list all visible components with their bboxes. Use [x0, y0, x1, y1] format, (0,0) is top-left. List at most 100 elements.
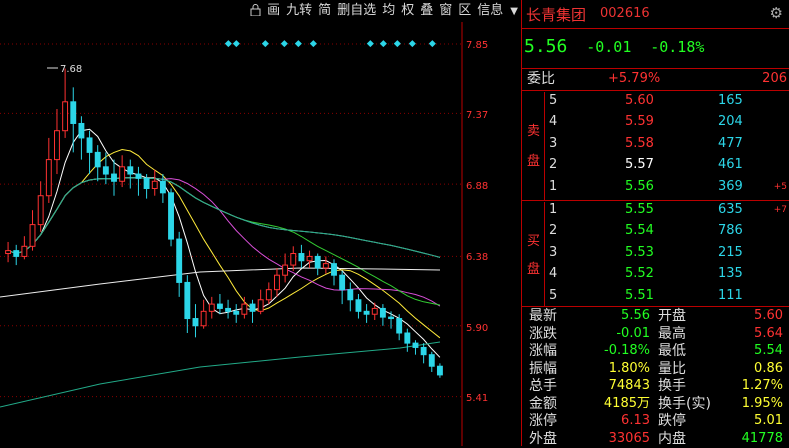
weibi-row: 委比 +5.79% 206 — [522, 69, 789, 89]
sell-row[interactable]: 4 5.59 204 — [522, 112, 789, 132]
toolbar-info[interactable]: 信息 — [474, 0, 506, 22]
buy-row[interactable]: 4 5.52 135 — [522, 264, 789, 284]
candle-body — [404, 332, 411, 344]
sell-row[interactable]: 1 5.56 369 +5 — [522, 177, 789, 197]
sell-price: 5.56 — [625, 178, 654, 194]
sell-volume: 165 — [718, 93, 743, 108]
buy-row[interactable]: 3 5.53 215 — [522, 243, 789, 263]
candle-body — [86, 137, 93, 153]
stat-value: 5.54 — [754, 343, 783, 358]
toolbar-draw[interactable]: 画 — [264, 0, 283, 22]
stats-row: 振幅 1.80% 量比 0.86 — [522, 360, 789, 378]
stat-value: 5.01 — [754, 413, 783, 428]
candle-body — [135, 173, 142, 179]
stock-code[interactable]: 002616 — [600, 6, 650, 21]
candle-body — [119, 166, 126, 182]
candlestick-chart[interactable]: 7.68 7.85 7.37 6.88 6.38 5.90 5.41 — [0, 22, 521, 446]
buy-row[interactable]: 5 5.51 111 — [522, 286, 789, 306]
toolbar-average[interactable]: 均 — [379, 0, 398, 22]
stat-value: 4185万 — [603, 395, 650, 411]
candle-body — [363, 310, 370, 315]
stat-value: 41778 — [741, 430, 783, 446]
candle-body — [355, 299, 362, 312]
candle-body — [347, 289, 354, 301]
candle-body — [249, 303, 256, 312]
price-label-5: 5.90 — [466, 323, 488, 334]
stats-row: 涨跌 -0.01 最高 5.64 — [522, 325, 789, 343]
sell-volume: 477 — [718, 135, 743, 151]
candle-body — [412, 342, 419, 348]
stat-label: 涨跌 — [529, 325, 557, 342]
stat-value: 1.80% — [608, 360, 650, 376]
gear-icon[interactable]: ⚙ — [770, 4, 783, 22]
candle-body — [102, 166, 109, 175]
toolbar-range[interactable]: 区 — [455, 0, 474, 22]
lock-icon[interactable] — [247, 3, 264, 19]
toolbar-menu-arrow-icon[interactable]: ▼ — [506, 6, 522, 17]
stat-label: 内盘 — [658, 430, 686, 447]
buy-level: 2 — [549, 223, 558, 239]
signal-marker — [428, 40, 436, 48]
candle-body — [5, 250, 12, 255]
price-label-3: 6.88 — [466, 181, 488, 192]
buy-price: 5.53 — [625, 244, 654, 260]
sell-volume: 461 — [718, 157, 743, 173]
candle-body — [274, 274, 280, 291]
candle-body — [29, 224, 36, 247]
toolbar-nine-turn[interactable]: 九转 — [283, 0, 315, 22]
sell-row[interactable]: 3 5.58 477 — [522, 134, 789, 154]
sell-level: 5 — [549, 93, 558, 108]
candle-body — [241, 303, 248, 315]
ma-line — [7, 177, 440, 306]
stats-row: 涨幅 -0.18% 最低 5.54 — [522, 342, 789, 360]
price-label-4: 6.38 — [466, 252, 488, 263]
sell-volume: 369 — [718, 178, 743, 194]
stat-label: 振幅 — [529, 360, 557, 377]
candle-body — [176, 238, 183, 283]
buy-price: 5.52 — [625, 266, 654, 282]
candle-body — [127, 166, 134, 175]
candle-body — [200, 310, 207, 327]
sell-price: 5.58 — [625, 135, 654, 151]
stat-label: 跌停 — [658, 413, 686, 429]
candle-body — [143, 177, 150, 189]
chart-grid — [0, 22, 463, 446]
buy-row[interactable]: 2 5.54 786 — [522, 221, 789, 241]
sell-row[interactable]: 2 5.57 461 — [522, 155, 789, 175]
toolbar-overlay[interactable]: 叠 — [417, 0, 436, 22]
candle-body — [37, 195, 44, 226]
candle-body — [13, 250, 20, 257]
candles — [5, 68, 443, 378]
candle-body — [371, 307, 378, 315]
ma-line — [7, 177, 441, 258]
stock-name[interactable]: 长青集团 — [526, 4, 586, 25]
buy-level: 3 — [549, 244, 558, 260]
toolbar-delete-favorite[interactable]: 删自选 — [334, 0, 379, 22]
candle-body — [257, 299, 264, 312]
candle-body — [436, 365, 443, 376]
stat-label: 换手(实) — [658, 395, 711, 412]
sell-level: 2 — [549, 157, 558, 173]
toolbar-simple[interactable]: 简 — [315, 0, 334, 22]
stat-label: 最高 — [658, 325, 686, 342]
toolbar-rights[interactable]: 权 — [398, 0, 417, 22]
candle-body — [70, 101, 77, 124]
quote-panel: 长青集团 002616 ⚙ 5.56 -0.01 -0.18% 委比 +5.79… — [522, 0, 789, 447]
sell-row[interactable]: 5 5.60 165 — [522, 91, 789, 111]
sell-price: 5.60 — [625, 93, 654, 108]
high-marker-label: 7.68 — [60, 64, 82, 75]
buy-row[interactable]: 1 5.55 635 +7 — [522, 200, 789, 220]
buy-level: 4 — [549, 266, 558, 282]
toolbar-window[interactable]: 窗 — [436, 0, 455, 22]
stats-row: 涨停 6.13 跌停 5.01 — [522, 412, 789, 430]
stat-value: 33065 — [608, 430, 650, 446]
candle-body — [282, 264, 289, 276]
stat-value: 1.95% — [741, 395, 783, 411]
signal-marker — [393, 40, 401, 48]
buy-volume: 135 — [718, 266, 743, 282]
signal-marker — [309, 40, 317, 48]
candle-body — [420, 346, 427, 356]
candle-body — [428, 354, 435, 367]
candle-body — [290, 253, 297, 266]
buy-price: 5.51 — [625, 287, 654, 303]
